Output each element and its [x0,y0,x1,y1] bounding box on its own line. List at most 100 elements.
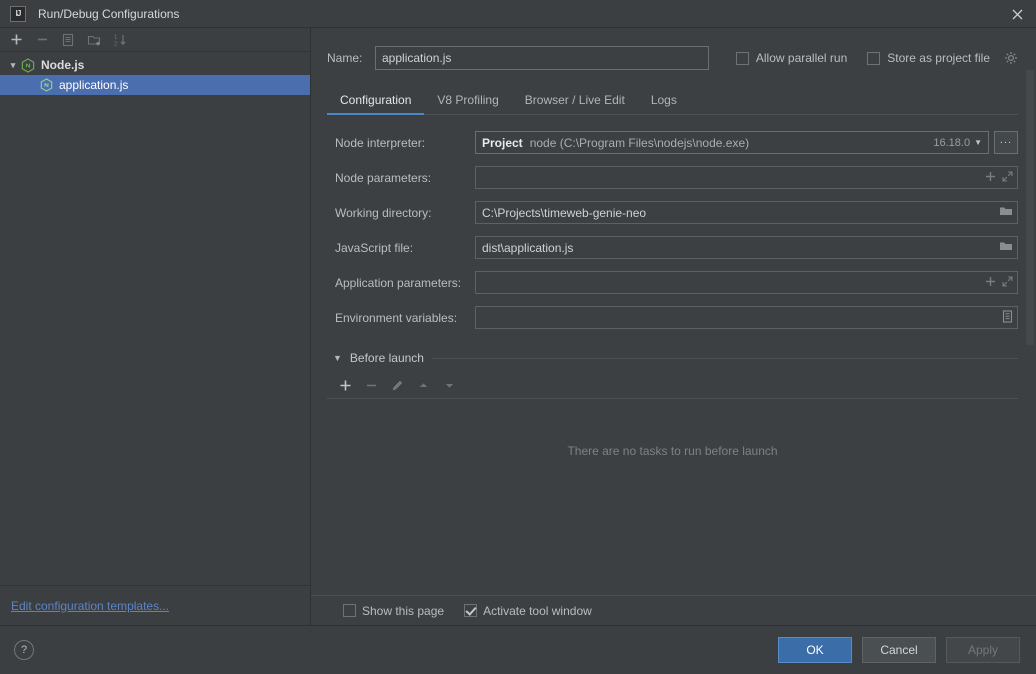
environment-variables-input[interactable] [475,306,1018,329]
node-interpreter-browse-button[interactable]: ... [994,131,1018,154]
allow-parallel-run-checkbox[interactable]: Allow parallel run [735,51,848,65]
nodejs-icon [38,77,54,93]
run-debug-configurations-dialog: IJ Run/Debug Configurations 1 2 ▾ Node.j… [0,0,1036,674]
dialog-footer: ? OK Cancel Apply [0,625,1036,674]
node-parameters-row: Node parameters: [327,166,1018,189]
node-parameters-label: Node parameters: [335,170,432,185]
vertical-scrollbar[interactable] [1026,70,1034,345]
logo-text: IJ [15,8,22,18]
node-interpreter-combobox[interactable]: Project node (C:\Program Files\nodejs\no… [475,131,989,154]
help-button[interactable]: ? [14,640,34,660]
show-this-page-checkbox[interactable]: Show this page [343,604,444,618]
svg-text:2: 2 [114,41,118,47]
before-launch-toolbar [327,373,1018,399]
expand-icon[interactable] [1002,170,1013,185]
node-parameters-input[interactable] [475,166,1018,189]
chevron-down-icon[interactable]: ▼ [974,138,984,147]
tab-logs[interactable]: Logs [638,93,690,115]
activate-tool-window-checkbox[interactable]: Activate tool window [464,604,592,618]
new-folder-button[interactable] [82,29,106,51]
sort-configurations-button[interactable]: 12 [108,29,132,51]
cancel-button[interactable]: Cancel [862,637,936,663]
add-task-button[interactable] [333,375,357,397]
tab-v8-profiling[interactable]: V8 Profiling [424,93,511,115]
expand-icon[interactable] [1002,275,1013,290]
before-launch-divider [431,357,1018,359]
allow-parallel-run-label: Allow parallel run [755,51,848,65]
environment-variables-row: Environment variables: [327,306,1018,329]
plus-icon[interactable] [985,171,996,185]
javascript-file-row: JavaScript file: dist\application.js [327,236,1018,259]
tree-group-label: Node.js [41,58,85,72]
configuration-form: Node interpreter: Project node (C:\Progr… [327,131,1018,329]
application-parameters-row: Application parameters: [327,271,1018,294]
javascript-file-value: dist\application.js [482,240,574,255]
working-directory-value: C:\Projects\timeweb-genie-neo [482,205,647,220]
node-interpreter-row: Node interpreter: Project node (C:\Progr… [327,131,1018,154]
before-launch-empty-text: There are no tasks to run before launch [567,444,778,458]
dialog-body: 12 ▾ Node.js application.js Edit configu… [0,28,1036,625]
apply-button[interactable]: Apply [946,637,1020,663]
configuration-scroll-area: Name: Allow parallel run Store as projec… [311,28,1036,595]
folder-icon[interactable] [999,205,1013,220]
move-task-up-button[interactable] [411,375,435,397]
node-interpreter-value: node (C:\Program Files\nodejs\node.exe) [529,135,750,150]
chevron-down-icon[interactable]: ▼ [327,353,342,363]
working-directory-label: Working directory: [335,205,432,220]
plus-icon[interactable] [985,276,996,290]
edit-task-button[interactable] [385,375,409,397]
title-bar: IJ Run/Debug Configurations [0,0,1036,28]
working-directory-input[interactable]: C:\Projects\timeweb-genie-neo [475,201,1018,224]
activate-tool-window-label: Activate tool window [483,603,592,618]
store-as-project-file-checkbox[interactable]: Store as project file [867,51,1018,65]
name-input[interactable] [375,46,709,70]
javascript-file-label: JavaScript file: [335,240,414,255]
tree-item-label: application.js [59,78,129,92]
copy-configuration-button[interactable] [56,29,80,51]
move-task-down-button[interactable] [437,375,461,397]
name-row: Name: Allow parallel run Store as projec… [327,43,1018,73]
ok-button[interactable]: OK [778,637,852,663]
show-this-page-label: Show this page [362,603,445,618]
gear-icon[interactable] [1004,51,1018,65]
javascript-file-input[interactable]: dist\application.js [475,236,1018,259]
edit-configuration-templates-link[interactable]: Edit configuration templates... [11,599,169,613]
intellij-logo-icon: IJ [10,5,26,22]
node-interpreter-label: Node interpreter: [335,135,426,150]
node-interpreter-version: 16.18.0 [933,136,971,149]
configuration-tabs: Configuration V8 Profiling Browser / Liv… [327,85,1018,115]
configurations-sidebar: 12 ▾ Node.js application.js Edit configu… [0,28,311,625]
remove-configuration-button[interactable] [30,29,54,51]
configuration-panel: Name: Allow parallel run Store as projec… [311,28,1036,625]
nodejs-icon [20,57,36,73]
tree-group-nodejs[interactable]: ▾ Node.js [0,55,310,75]
sidebar-toolbar: 12 [0,28,310,52]
svg-text:1: 1 [114,35,118,41]
activate-tool-window-box[interactable] [464,604,478,617]
store-as-project-file-label: Store as project file [887,51,990,65]
add-configuration-button[interactable] [4,29,28,51]
allow-parallel-run-box[interactable] [735,51,749,65]
close-icon[interactable] [1006,4,1028,24]
remove-task-button[interactable] [359,375,383,397]
store-as-project-file-box[interactable] [867,51,881,65]
sidebar-footer: Edit configuration templates... [0,585,310,625]
chevron-down-icon[interactable]: ▾ [6,60,20,71]
tab-browser-live-edit[interactable]: Browser / Live Edit [512,93,638,115]
before-launch-task-list[interactable]: There are no tasks to run before launch [327,399,1018,503]
list-edit-icon[interactable] [1002,309,1013,326]
tree-item-application-js[interactable]: application.js [0,75,310,95]
node-interpreter-scope: Project [482,135,523,150]
environment-variables-label: Environment variables: [335,310,458,325]
folder-icon[interactable] [999,240,1013,255]
name-label: Name: [327,51,363,65]
configuration-options: Show this page Activate tool window [311,595,1036,625]
before-launch-title: Before launch [349,351,424,365]
configurations-tree[interactable]: ▾ Node.js application.js [0,52,310,585]
tab-configuration[interactable]: Configuration [327,93,425,115]
page-title: Run/Debug Configurations [38,6,180,21]
application-parameters-label: Application parameters: [335,275,462,290]
before-launch-header[interactable]: ▼ Before launch [327,351,1018,365]
application-parameters-input[interactable] [475,271,1018,294]
show-this-page-box[interactable] [343,604,356,617]
